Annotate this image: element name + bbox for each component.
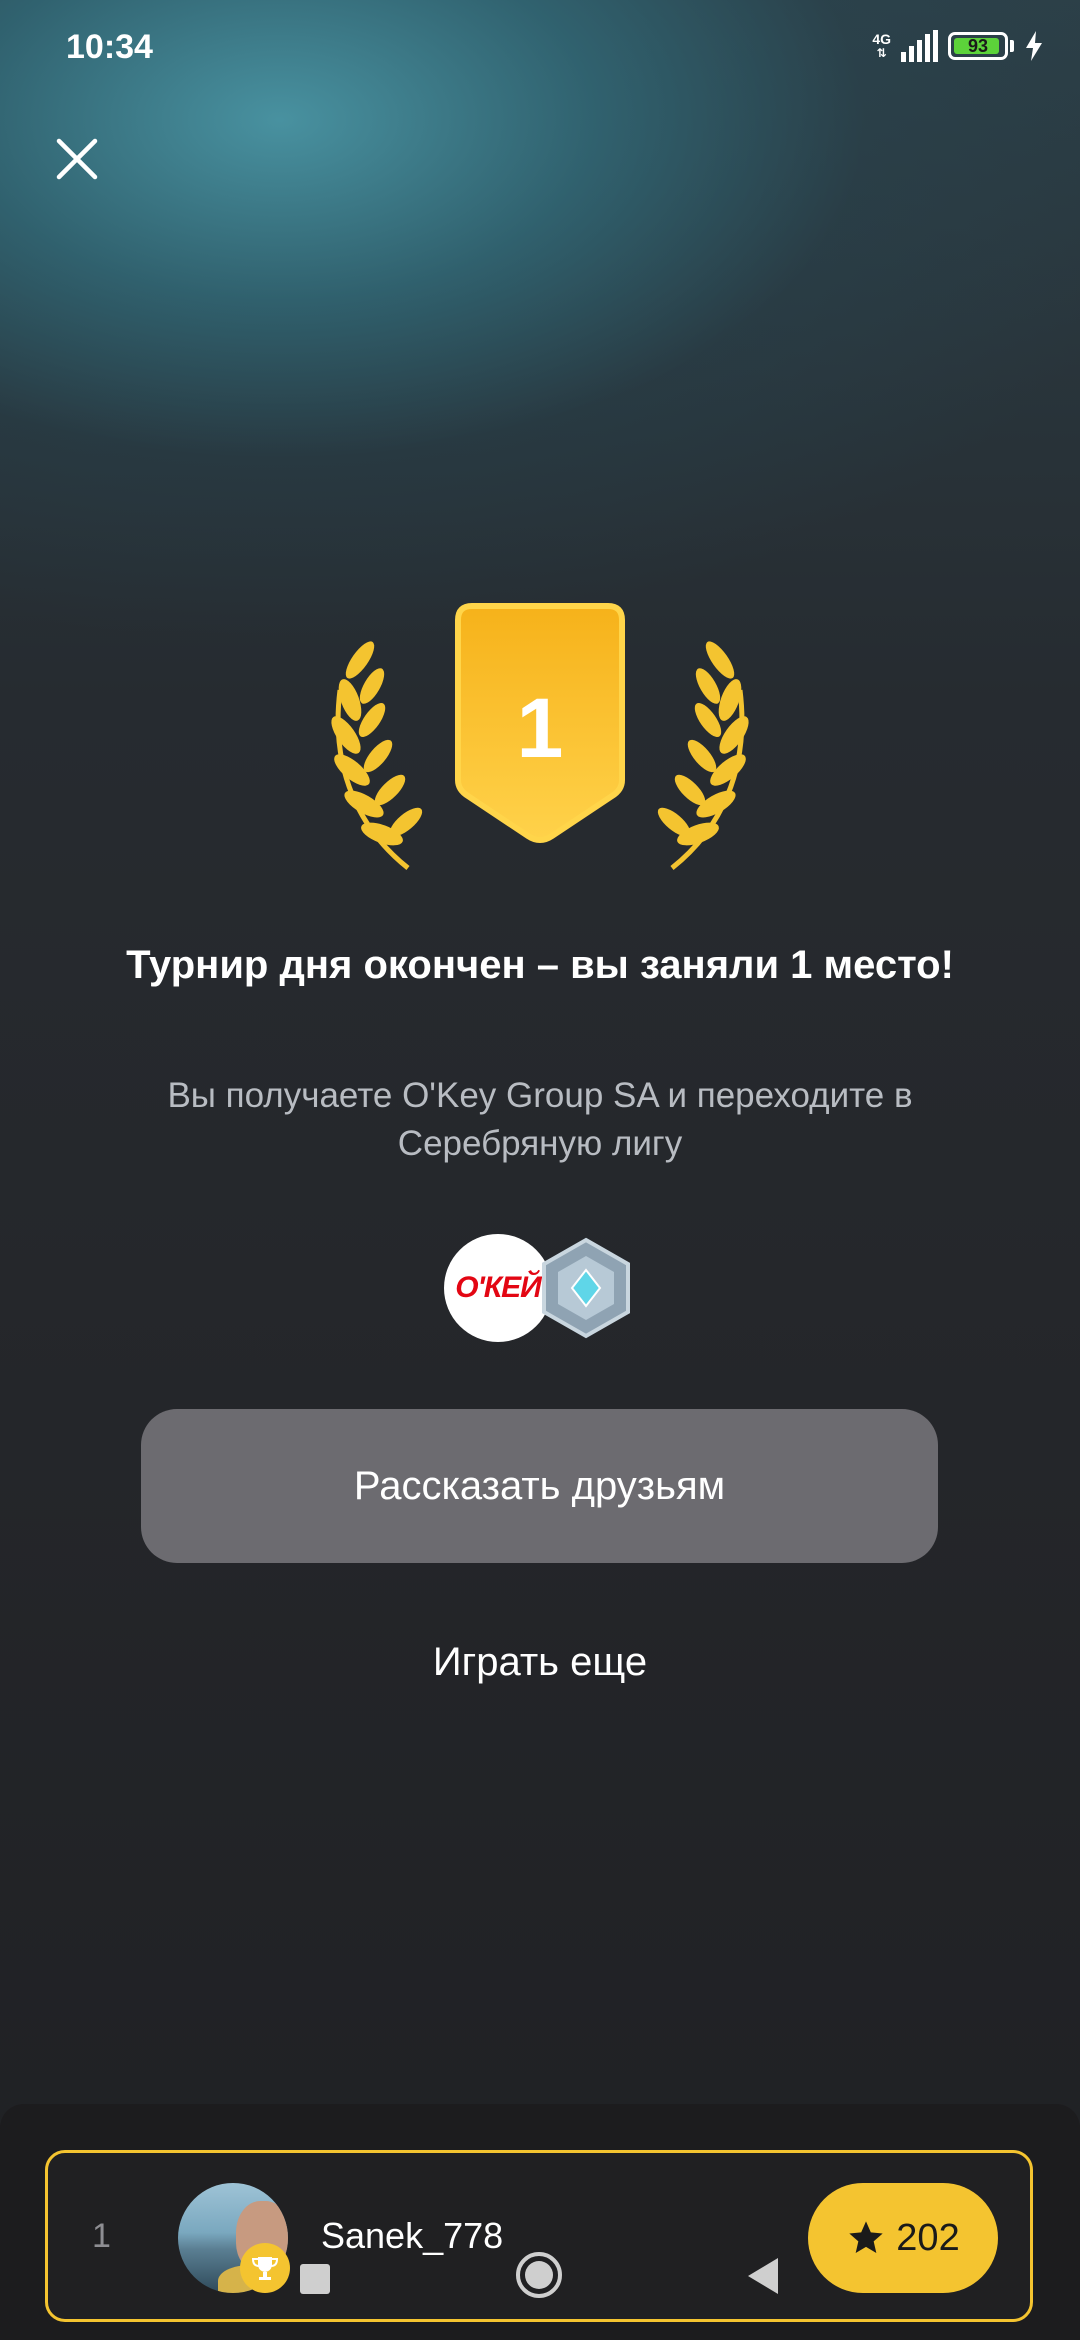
status-icons: 4G ⇅ 93 (872, 30, 1044, 62)
signal-icon (901, 30, 938, 62)
network-indicator: 4G ⇅ (872, 32, 891, 60)
play-again-button[interactable]: Играть еще (340, 1640, 740, 1700)
network-type: 4G (872, 31, 891, 47)
place-number: 1 (516, 681, 564, 775)
recents-button[interactable] (300, 2264, 330, 2294)
system-nav-bar (0, 2250, 1080, 2340)
battery-cap (1010, 40, 1014, 52)
result-title: Турнир дня окончен – вы заняли 1 место! (126, 943, 954, 987)
back-button[interactable] (742, 2254, 782, 2298)
charging-icon (1026, 31, 1042, 61)
data-arrows-icon: ⇅ (876, 46, 887, 60)
close-button[interactable] (50, 132, 104, 186)
home-button[interactable] (514, 2250, 564, 2300)
result-subtitle: Вы получаете O'Key Group SA и переходите… (167, 1076, 913, 1163)
rewards-row: О'КЕЙ (440, 1232, 640, 1348)
status-time: 10:34 (66, 28, 153, 66)
status-bar: 10:34 4G ⇅ 93 (0, 0, 1080, 96)
share-button[interactable]: Рассказать друзьям (141, 1409, 938, 1563)
battery-icon: 93 (948, 32, 1008, 60)
silver-league-icon (542, 1237, 630, 1339)
place-badge: 1 (320, 590, 760, 890)
close-icon (56, 138, 98, 180)
battery-level: 93 (967, 35, 989, 56)
